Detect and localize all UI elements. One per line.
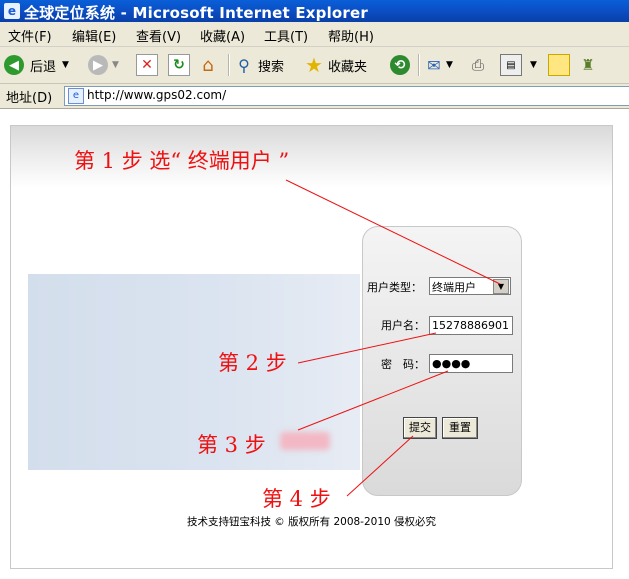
reset-button[interactable]: 重置 [442,417,478,439]
mail-button[interactable]: ✉ ▼ [424,53,453,77]
discuss-button[interactable] [548,53,570,77]
messenger-button[interactable]: ♜ [578,53,598,77]
forward-arrow-icon: ▶ [88,55,108,75]
chevron-down-icon[interactable]: ▼ [493,279,509,294]
favorites-button[interactable]: ★ 收藏夹 [304,53,367,77]
mail-icon: ✉ [427,55,441,75]
back-arrow-icon: ◀ [4,55,24,75]
menu-help[interactable]: 帮助(H) [328,26,374,45]
refresh-icon: ↻ [168,54,190,76]
password-input[interactable]: ●●●● [429,354,513,373]
step-2-annotation: 第 2 步 [218,351,287,375]
home-icon: ⌂ [202,54,214,76]
password-value: ●●●● [432,357,471,370]
menu-view[interactable]: 查看(V) [136,26,181,45]
menu-favorites[interactable]: 收藏(A) [200,26,245,45]
ie-icon: e [4,3,20,19]
address-bar: 地址(D) e http://www.gps02.com/ [0,84,629,109]
toolbar: ◀ 后退 ▼ ▶ ▼ ✕ ↻ ⌂ ⚲ 搜索 ★ 收藏夹 ⟲ ✉ ▼ ⎙ ▤ ▼ … [0,47,629,84]
address-input[interactable]: e http://www.gps02.com/ [64,86,629,106]
refresh-button[interactable]: ↻ [168,53,190,77]
menu-bar: 文件(F) 编辑(E) 查看(V) 收藏(A) 工具(T) 帮助(H) [0,22,629,47]
menu-file[interactable]: 文件(F) [8,26,52,45]
messenger-icon: ♜ [581,56,595,74]
print-icon: ⎙ [471,56,484,74]
favorites-label: 收藏夹 [328,59,368,75]
chevron-down-icon: ▼ [530,60,537,70]
search-label: 搜索 [258,59,285,75]
menu-edit[interactable]: 编辑(E) [72,26,116,45]
edit-button[interactable]: ▤ ▼ [500,53,537,77]
star-icon: ★ [305,53,323,77]
back-button[interactable]: ◀ 后退 ▼ [4,53,69,77]
step-1-annotation: 第 1 步 选“ 终端用户 ” [74,149,290,173]
home-button[interactable]: ⌂ [198,53,218,77]
chevron-down-icon: ▼ [62,60,69,70]
username-label: 用户名： [381,319,425,332]
step-4-annotation: 第 4 步 [262,487,331,511]
user-type-select[interactable]: 终端用户 ▼ [429,277,511,295]
submit-button[interactable]: 提交 [403,417,437,439]
search-button[interactable]: ⚲ 搜索 [234,53,284,77]
login-panel: 用户类型： 终端用户 ▼ 用户名： 15278886901 密 码： ●●●● … [362,226,522,496]
back-label: 后退 [30,59,57,75]
forward-button[interactable]: ▶ ▼ [88,53,119,77]
window-title-bar[interactable]: e 全球定位系统 - Microsoft Internet Explorer [0,0,629,22]
menu-tools[interactable]: 工具(T) [264,26,308,45]
footer-copyright: 技术支持钮宝科技 © 版权所有 2008-2010 侵权必究 [186,516,437,528]
step-3-annotation: 第 3 步 [197,433,266,457]
toolbar-separator [418,54,420,76]
username-value: 15278886901 [432,319,509,332]
user-type-label: 用户类型： [367,281,422,294]
window-title: 全球定位系统 - Microsoft Internet Explorer [24,4,369,22]
print-button[interactable]: ⎙ [468,53,488,77]
toolbar-separator [228,54,230,76]
history-button[interactable]: ⟲ [390,53,410,77]
user-type-value: 终端用户 [432,281,476,294]
address-label: 地址(D) [6,91,53,106]
password-label: 密 码： [381,358,425,371]
note-icon [548,54,570,76]
stop-button[interactable]: ✕ [136,53,158,77]
address-url: http://www.gps02.com/ [87,88,227,102]
search-icon: ⚲ [238,55,250,75]
stop-icon: ✕ [136,54,158,76]
chevron-down-icon: ▼ [446,60,453,70]
redacted-area [280,432,330,450]
history-icon: ⟲ [390,55,410,75]
chevron-down-icon: ▼ [112,60,119,70]
username-input[interactable]: 15278886901 [429,316,513,335]
page-icon: e [68,88,84,104]
edit-icon: ▤ [500,54,522,76]
